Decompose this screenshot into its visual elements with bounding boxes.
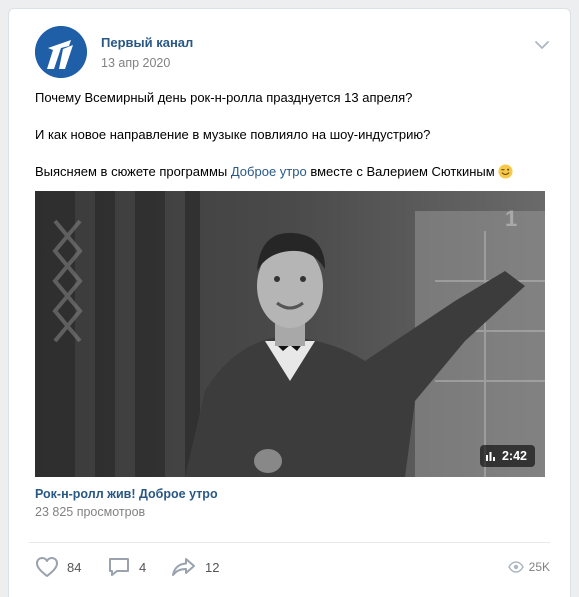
- video-title[interactable]: Рок-н-ролл жив! Доброе утро: [35, 487, 218, 501]
- playlist-icon: [485, 452, 495, 461]
- comment-icon: [109, 558, 129, 576]
- program-link[interactable]: Доброе утро: [231, 164, 307, 179]
- share-button[interactable]: 12: [171, 555, 219, 579]
- video-player[interactable]: 1 2:42: [35, 191, 545, 477]
- post-header: Первый канал 13 апр 2020: [35, 26, 550, 80]
- post-date[interactable]: 13 апр 2020: [101, 56, 170, 70]
- like-count: 84: [67, 559, 82, 575]
- author-name[interactable]: Первый канал: [101, 35, 193, 50]
- post-text-line: И как новое направление в музыке повлиял…: [35, 127, 431, 142]
- video-duration-badge: 2:42: [479, 445, 535, 467]
- comment-count: 4: [139, 559, 147, 575]
- text-fragment: Выясняем в сюжете программы: [35, 164, 231, 179]
- eye-icon: [507, 561, 524, 573]
- wink-emoji-icon: [498, 164, 513, 179]
- chevron-down-icon[interactable]: [534, 38, 550, 50]
- video-duration: 2:42: [501, 449, 527, 463]
- share-icon: [172, 558, 195, 576]
- text-fragment: вместе с Валерием Сюткиным: [306, 164, 495, 179]
- post-actions: 84 4 12 25K: [35, 555, 550, 579]
- video-views: 23 825 просмотров: [35, 505, 146, 519]
- views-count: 25K: [528, 560, 550, 574]
- views-counter: 25K: [507, 555, 550, 579]
- video-thumbnail: 1: [35, 191, 545, 477]
- heart-icon: [36, 557, 58, 577]
- share-count: 12: [205, 559, 220, 575]
- avatar[interactable]: [35, 26, 87, 78]
- post-text: Почему Всемирный день рок-н-ролла праздн…: [35, 89, 550, 180]
- post-text-line: Выясняем в сюжете программы Доброе утро …: [35, 163, 550, 180]
- post-card: Первый канал 13 апр 2020 Почему Всемирны…: [8, 8, 571, 597]
- divider: [29, 542, 550, 543]
- like-button[interactable]: 84: [35, 555, 81, 579]
- comment-button[interactable]: 4: [107, 555, 146, 579]
- svg-text:1: 1: [505, 206, 517, 231]
- post-text-line: Почему Всемирный день рок-н-ролла праздн…: [35, 90, 413, 105]
- channel-one-logo: [35, 26, 87, 78]
